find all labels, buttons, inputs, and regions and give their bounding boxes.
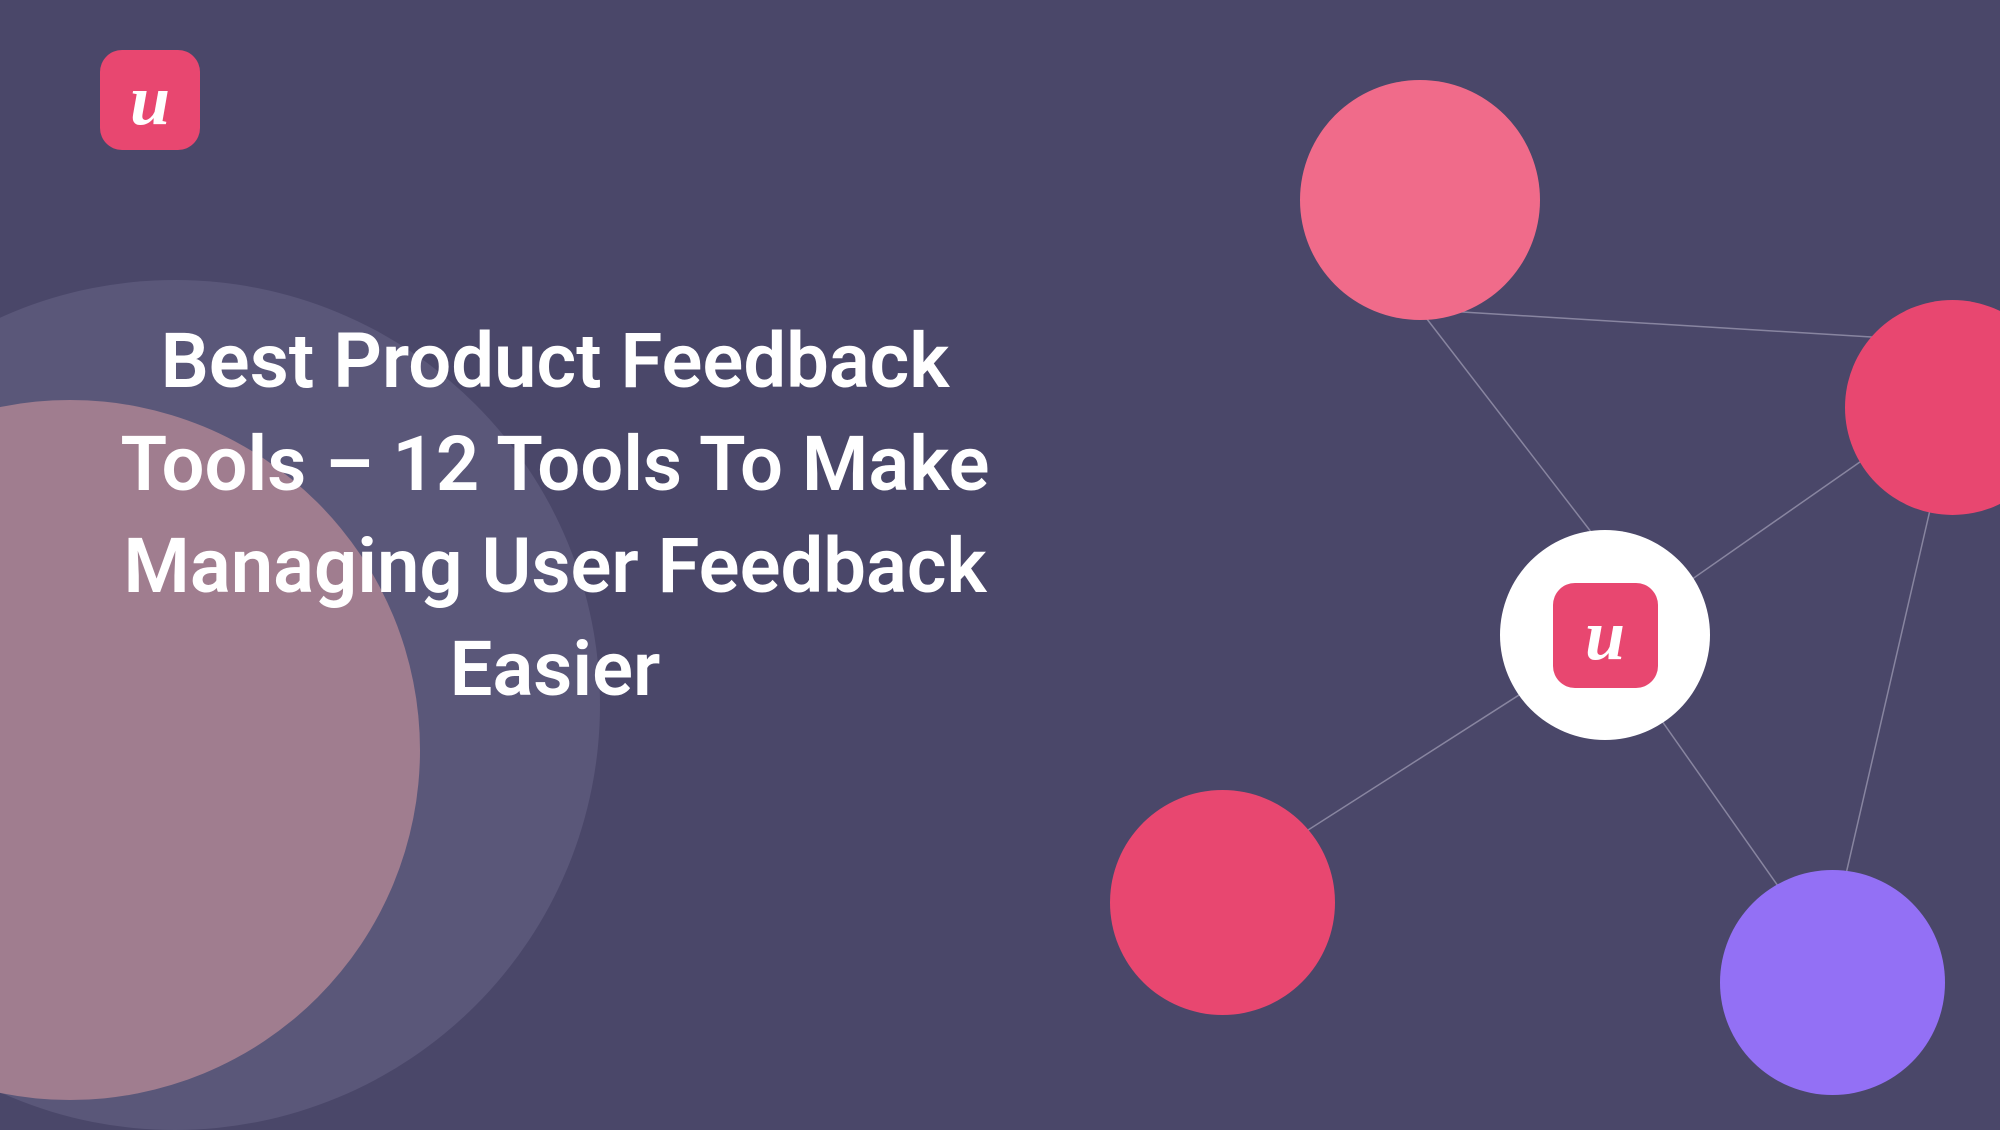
network-node-bottom-left xyxy=(1110,790,1335,1015)
logo-letter: u xyxy=(130,64,170,136)
network-node-top xyxy=(1300,80,1540,320)
network-node-center: u xyxy=(1500,530,1710,740)
logo-letter-center: u xyxy=(1585,599,1625,671)
page-title: Best Product Feedback Tools – 12 Tools T… xyxy=(70,310,1040,720)
network-diagram: u xyxy=(900,0,2000,1126)
network-node-bottom-right xyxy=(1720,870,1945,1095)
userpilot-logo-center: u xyxy=(1553,583,1658,688)
userpilot-logo: u xyxy=(100,50,200,150)
